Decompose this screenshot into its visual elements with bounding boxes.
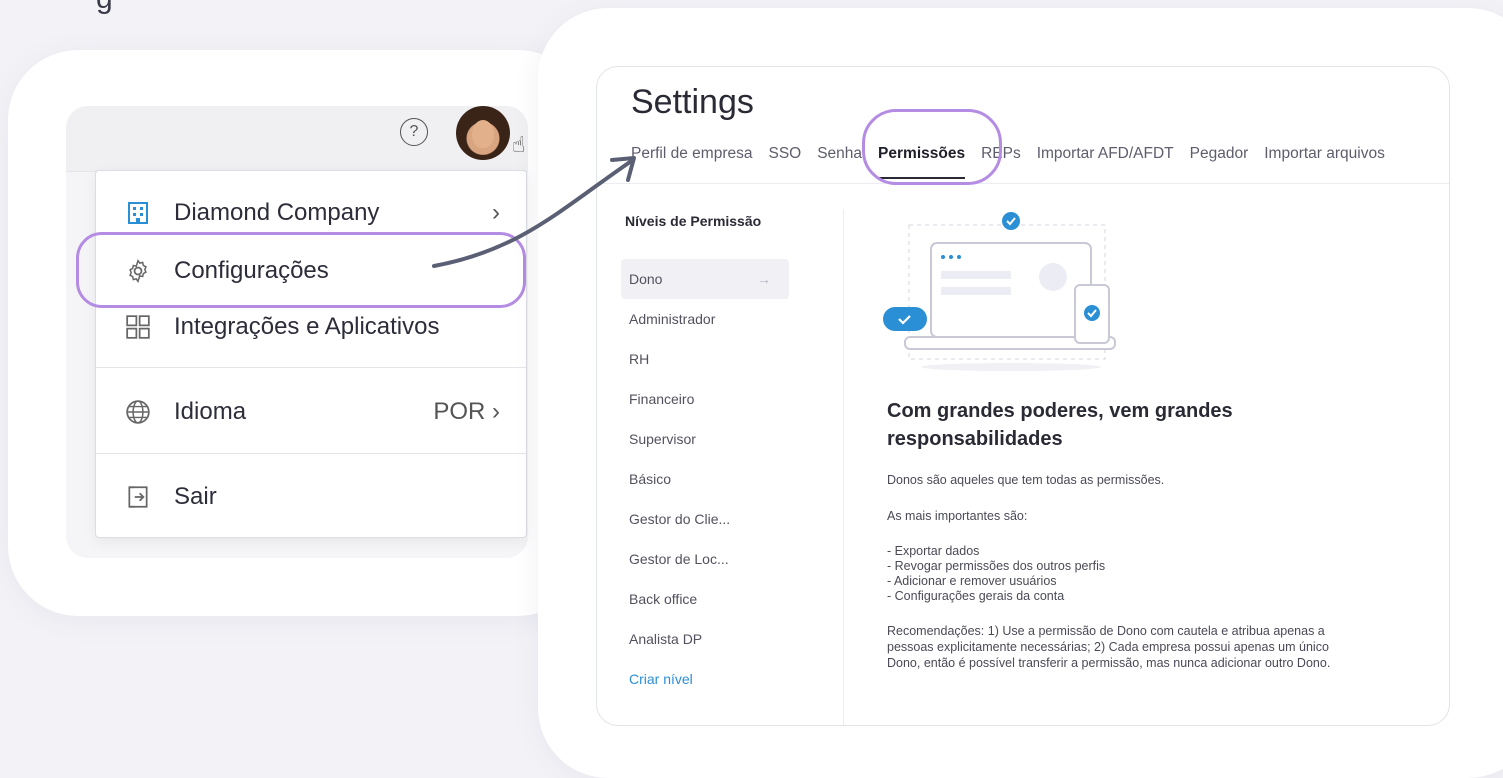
menu-divider — [96, 367, 526, 368]
content-bullet: - Exportar dados — [887, 544, 980, 558]
settings-tabs: Perfil de empresa SSO Senha Permissões R… — [631, 145, 1401, 179]
tab-pegador[interactable]: Pegador — [1190, 145, 1249, 179]
permission-level-analyst-dp[interactable]: Analista DP — [625, 619, 793, 659]
permission-level-owner[interactable]: Dono → — [621, 259, 789, 299]
tab-import-afd[interactable]: Importar AFD/AFDT — [1037, 145, 1174, 179]
tab-import-files[interactable]: Importar arquivos — [1264, 145, 1385, 179]
permission-level-label: Dono — [629, 271, 663, 287]
permission-level-location-manager[interactable]: Gestor de Loc... — [625, 539, 793, 579]
building-icon — [124, 199, 152, 227]
top-bar: ? ☝ — [66, 106, 528, 172]
content-bullet: - Configurações gerais da conta — [887, 589, 1065, 603]
permission-levels-title: Níveis de Permissão — [625, 213, 762, 229]
permission-level-hr[interactable]: RH — [625, 339, 793, 379]
menu-item-label: Integrações e Aplicativos — [174, 313, 440, 340]
permission-level-finance[interactable]: Financeiro — [625, 379, 793, 419]
highlight-circle-permissions-tab — [862, 109, 1002, 185]
menu-divider — [96, 453, 526, 454]
tab-company-profile[interactable]: Perfil de empresa — [631, 145, 752, 179]
chevron-right-icon: › — [492, 199, 500, 226]
content-bullet: - Adicionar e remover usuários — [887, 574, 1057, 588]
permission-level-back-office[interactable]: Back office — [625, 579, 793, 619]
create-level-link[interactable]: Criar nível — [625, 659, 793, 699]
pointer-hand-icon: ☝ — [512, 132, 526, 157]
tab-password[interactable]: Senha — [817, 145, 862, 179]
content-important-label: As mais importantes são: — [887, 509, 1028, 523]
devices-illustration — [883, 212, 1116, 371]
menu-item-language[interactable]: Idioma POR › — [96, 384, 526, 440]
logout-icon — [124, 483, 152, 511]
permission-level-client-manager[interactable]: Gestor do Clie... — [625, 499, 793, 539]
grid-icon — [124, 313, 152, 341]
partial-heading-text: g — [96, 0, 113, 16]
tabs-divider — [597, 183, 1449, 184]
menu-item-logout[interactable]: Sair — [96, 469, 526, 525]
menu-item-label: Idioma — [174, 398, 247, 425]
permission-level-basic[interactable]: Básico — [625, 459, 793, 499]
content-intro: Donos são aqueles que tem todas as permi… — [887, 473, 1165, 487]
highlight-circle-settings — [76, 232, 526, 308]
menu-item-label: Sair — [174, 483, 217, 510]
column-divider — [843, 209, 844, 725]
content-recommendations: Recomendações: 1) Use a permissão de Don… — [887, 624, 1331, 670]
arrow-right-icon: → — [757, 271, 771, 287]
account-dropdown-menu: Diamond Company › Configurações Integraç… — [95, 170, 527, 538]
permission-level-supervisor[interactable]: Supervisor — [625, 419, 793, 459]
content-heading: Com grandes poderes, vem grandes respons… — [887, 400, 1233, 450]
tab-sso[interactable]: SSO — [768, 145, 801, 179]
page-title: Settings — [631, 83, 754, 121]
avatar[interactable] — [456, 106, 510, 160]
globe-icon — [124, 398, 152, 426]
permission-levels-list: Dono → Administrador RH Financeiro Super… — [621, 259, 793, 699]
content-bullet: - Revogar permissões dos outros perfis — [887, 559, 1106, 573]
menu-item-label: Diamond Company — [174, 199, 380, 226]
language-value: POR › — [433, 398, 500, 425]
permission-level-admin[interactable]: Administrador — [625, 299, 793, 339]
settings-panel: Settings Perfil de empresa SSO Senha Per… — [596, 66, 1450, 726]
help-icon[interactable]: ? — [400, 118, 428, 146]
